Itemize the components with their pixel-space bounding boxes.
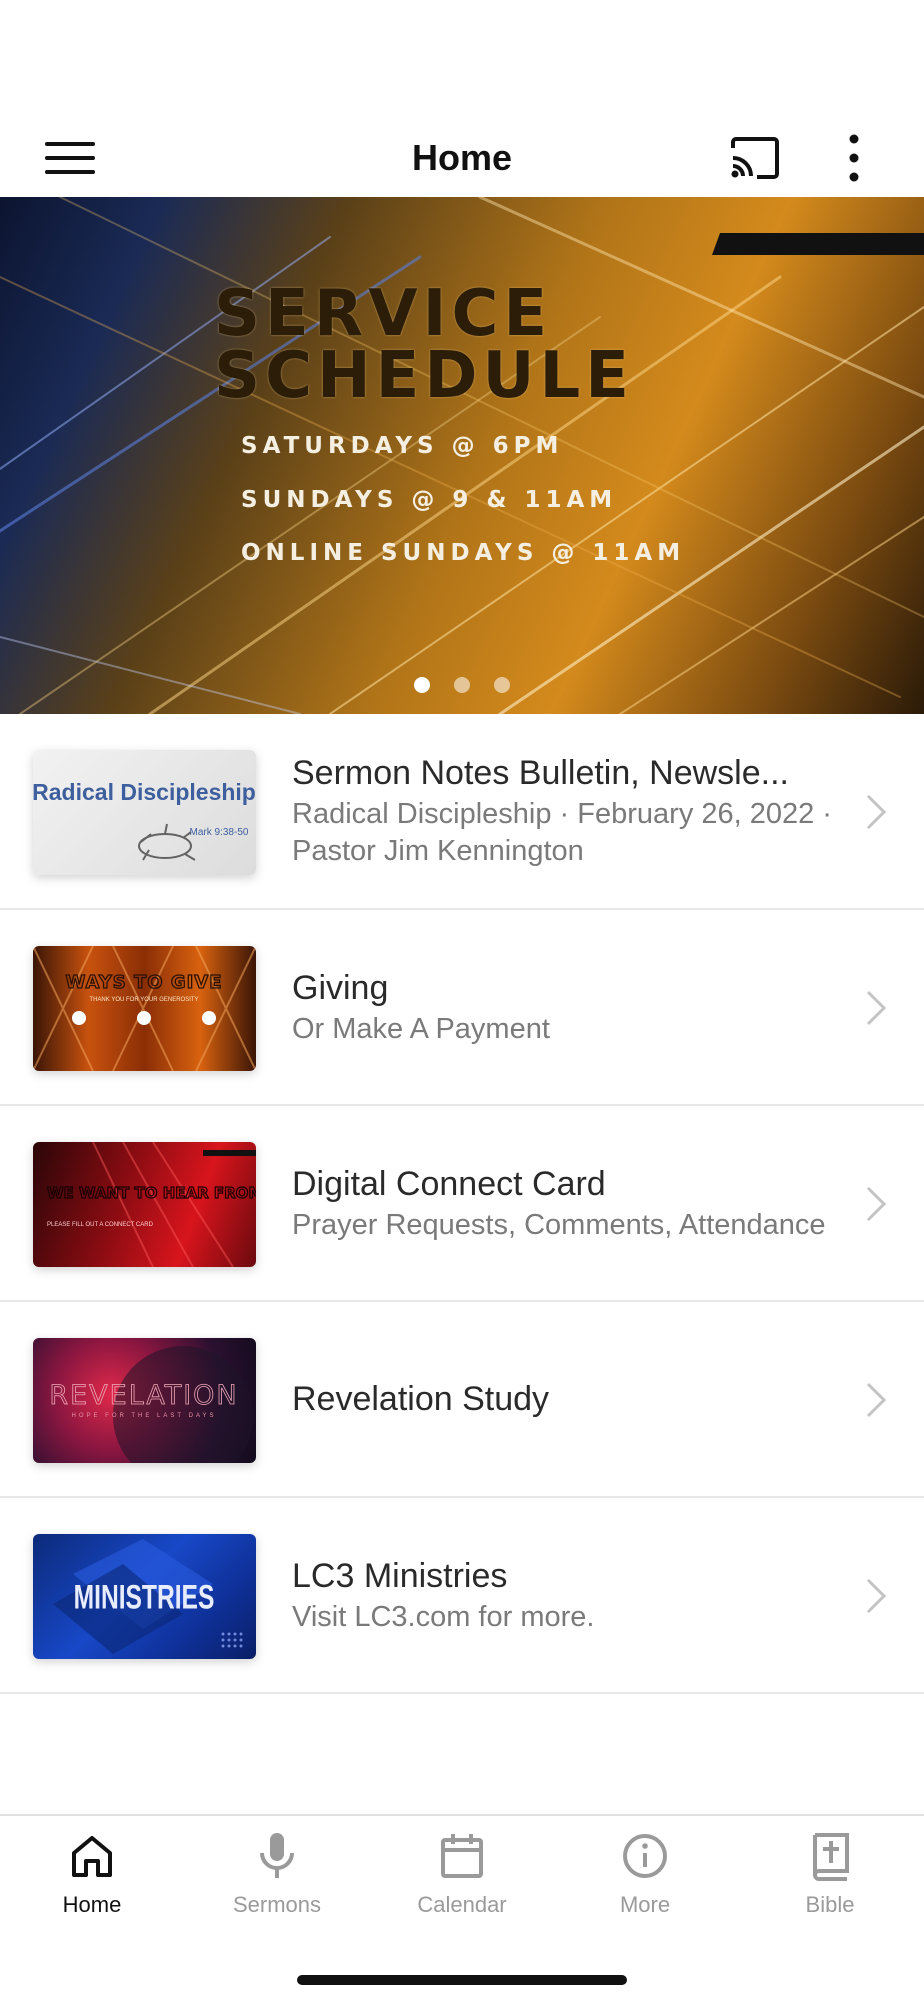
tab-label: Home (62, 1892, 122, 1917)
list-item-title: Sermon Notes Bulletin, Newsle... (292, 754, 789, 792)
tab-label: Calendar (417, 1892, 507, 1917)
thumb-subtext: PLEASE FILL OUT A CONNECT CARD (47, 1222, 154, 1228)
list-item-text: LC3 Ministries Visit LC3.com for more. (292, 1498, 834, 1692)
tab-sermons[interactable]: Sermons (207, 1830, 347, 1940)
tab-label: Sermons (232, 1892, 322, 1917)
list-item-subtitle: Prayer Requests, Comments, Attendance (292, 1208, 826, 1241)
banner-schedule-line: SUNDAYS @ 9 & 11AM (241, 487, 618, 513)
info-icon (621, 1830, 669, 1882)
sermon-notes-thumbnail: Radical Discipleship Mark 9:38-50 (33, 750, 256, 875)
tab-label: Bible (805, 1892, 855, 1917)
banner-title-line-2: SCHEDULE (214, 339, 634, 413)
list-item-subtitle: Visit LC3.com for more. (292, 1600, 595, 1633)
list-item-title: Digital Connect Card (292, 1164, 606, 1203)
tab-more[interactable]: More (575, 1830, 715, 1940)
chevron-right-icon (866, 990, 887, 1026)
carousel-dot[interactable] (414, 677, 430, 693)
tab-bible[interactable]: Bible (760, 1830, 900, 1940)
service-schedule-banner[interactable]: SERVICE SCHEDULE SATURDAYS @ 6PM SUNDAYS… (0, 197, 924, 714)
carousel-indicator[interactable] (0, 677, 924, 693)
list-item-title: Giving (292, 968, 389, 1007)
tab-calendar[interactable]: Calendar (392, 1830, 532, 1940)
list-item-text: Sermon Notes Bulletin, Newsle... Radical… (292, 714, 834, 908)
thumb-subtext: HOPE FOR THE LAST DAYS (71, 1413, 216, 1419)
carousel-dot[interactable] (494, 677, 510, 693)
bible-icon (806, 1830, 854, 1882)
list-item-subtitle: Or Make A Payment (292, 1012, 550, 1045)
microphone-icon (253, 1830, 301, 1882)
thumb-subtext: THANK YOU FOR YOUR GENEROSITY (89, 997, 198, 1003)
chevron-right-icon (866, 1186, 887, 1222)
ministries-thumbnail: MINISTRIES (33, 1534, 256, 1659)
chevron-right-icon (866, 1578, 887, 1614)
status-bar-area (0, 0, 924, 120)
home-icon (68, 1830, 116, 1882)
thumb-text: Radical Discipleship (33, 779, 256, 805)
chevron-right-icon (866, 1382, 887, 1418)
banner-schedule-line: SATURDAYS @ 6PM (241, 433, 564, 459)
tab-home[interactable]: Home (22, 1830, 162, 1940)
hamburger-menu-icon[interactable] (36, 120, 104, 196)
tab-label: More (619, 1892, 671, 1917)
cast-icon[interactable] (722, 120, 788, 196)
chevron-right-icon (866, 794, 887, 830)
list-item-sermon-notes[interactable]: Radical Discipleship Mark 9:38-50 Sermon… (0, 714, 924, 910)
banner-title-line-1: SERVICE (214, 277, 553, 351)
thumb-text: WAYS TO GIVE (65, 972, 222, 993)
vertical-more-icon[interactable] (826, 120, 882, 196)
list-item-subtitle: Radical Discipleship · February 26, 2022… (292, 798, 832, 867)
connect-card-thumbnail: WE WANT TO HEAR FROM YOU! PLEASE FILL OU… (33, 1142, 256, 1267)
list-item-giving[interactable]: WAYS TO GIVE THANK YOU FOR YOUR GENEROSI… (0, 910, 924, 1106)
list-item-connect-card[interactable]: WE WANT TO HEAR FROM YOU! PLEASE FILL OU… (0, 1106, 924, 1302)
thumb-text: MINISTRIES (74, 1579, 215, 1617)
list-item-text: Giving Or Make A Payment (292, 910, 834, 1104)
carousel-dot[interactable] (454, 677, 470, 693)
banner-schedule-line: ONLINE SUNDAYS @ 11AM (241, 540, 686, 566)
calendar-icon (438, 1830, 486, 1882)
thumb-text: WE WANT TO HEAR FROM YOU! (47, 1184, 256, 1202)
top-nav-bar: Home (0, 120, 924, 196)
content-list: Radical Discipleship Mark 9:38-50 Sermon… (0, 714, 924, 1694)
list-item-text: Digital Connect Card Prayer Requests, Co… (292, 1106, 834, 1300)
list-item-title: LC3 Ministries (292, 1556, 508, 1595)
thumb-text: REVELATION (49, 1380, 238, 1411)
list-item-lc3-ministries[interactable]: MINISTRIES LC3 Ministries Visit LC3.com … (0, 1498, 924, 1694)
giving-thumbnail: WAYS TO GIVE THANK YOU FOR YOUR GENEROSI… (33, 946, 256, 1071)
list-item-text: Revelation Study (292, 1302, 834, 1496)
home-indicator[interactable] (297, 1975, 627, 1985)
banner-title: SERVICE SCHEDULE (214, 277, 774, 413)
bottom-tab-bar: Home Sermons Calendar More Bible (0, 1814, 924, 2000)
list-item-title: Revelation Study (292, 1380, 550, 1418)
list-item-revelation-study[interactable]: REVELATION HOPE FOR THE LAST DAYS Revela… (0, 1302, 924, 1498)
thumb-subtext: Mark 9:38-50 (190, 827, 249, 838)
revelation-thumbnail: REVELATION HOPE FOR THE LAST DAYS (33, 1338, 256, 1463)
